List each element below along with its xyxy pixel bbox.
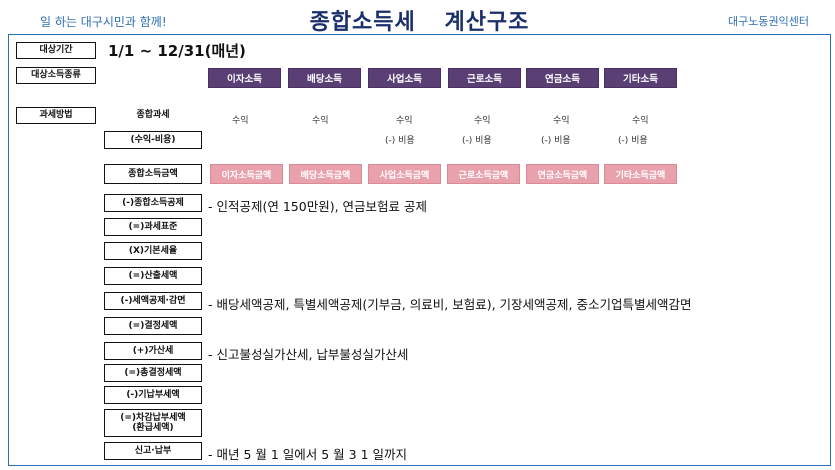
net-payable-line-2: (환급세액) xyxy=(132,423,174,433)
step-calculated-tax: (=)산출세액 xyxy=(104,267,202,285)
title-part-2: 계산구조 xyxy=(444,10,530,35)
net-payable-line-1: (=)차감납부세액 xyxy=(120,412,186,423)
period-value: 1/1 ~ 12/31(매년) xyxy=(108,42,246,60)
note-income-deduction: - 인적공제(연 150만원), 연금보험료 공제 xyxy=(208,199,427,214)
page-header: 일 하는 대구시민과 함께! 종합소득세 계산구조 대구노동권익센터 xyxy=(8,4,831,36)
revenue-1: 수익 xyxy=(232,116,249,126)
income-type-earned: 근로소득 xyxy=(448,68,521,88)
step-basic-rate: (X)기본세율 xyxy=(104,242,202,260)
income-type-pension: 연금소득 xyxy=(526,68,599,88)
step-determined-tax: (=)결정세액 xyxy=(104,317,202,335)
cost-3: (-) 비용 xyxy=(541,136,571,146)
step-tax-credit: (-)세액공제·감면 xyxy=(104,292,202,310)
revenue-2: 수익 xyxy=(312,116,329,126)
amount-dividend: 배당소득금액 xyxy=(289,164,362,184)
revenue-3: 수익 xyxy=(396,116,413,126)
revenue-5: 수익 xyxy=(553,116,570,126)
cost-1: (-) 비용 xyxy=(385,136,415,146)
cost-4: (-) 비용 xyxy=(618,136,648,146)
period-label: 대상기간 xyxy=(16,42,96,59)
amounts-label: 종합소득금액 xyxy=(104,164,202,184)
step-tax-base: (=)과세표준 xyxy=(104,218,202,236)
step-total-determined-tax: (=)총결정세액 xyxy=(104,364,202,382)
revenue-4: 수익 xyxy=(474,116,491,126)
page-title: 종합소득세 계산구조 xyxy=(8,4,831,36)
cost-2: (-) 비용 xyxy=(462,136,492,146)
note-penalty-tax: - 신고불성실가산세, 납부불성실가산세 xyxy=(208,347,409,362)
formula-box: (수익-비용) xyxy=(104,131,202,149)
step-penalty-tax: (+)가산세 xyxy=(104,342,202,360)
amount-pension: 연금소득금액 xyxy=(526,164,599,184)
amount-earned: 근로소득금액 xyxy=(447,164,520,184)
organization-name: 대구노동권익센터 xyxy=(728,15,809,28)
step-filing-payment: 신고·납부 xyxy=(104,442,202,460)
note-filing-payment: - 매년 5 월 1 일에서 5 월 3 1 일까지 xyxy=(208,447,408,462)
title-part-1: 종합소득세 xyxy=(309,10,416,35)
income-types-label: 대상소득종류 xyxy=(16,67,96,84)
amount-interest: 이자소득금액 xyxy=(210,164,283,184)
step-net-payable-tax: (=)차감납부세액 (환급세액) xyxy=(104,409,202,437)
income-type-dividend: 배당소득 xyxy=(288,68,361,88)
method-label: 과세방법 xyxy=(16,107,96,124)
income-type-other: 기타소득 xyxy=(604,68,677,88)
revenue-6: 수익 xyxy=(632,116,649,126)
step-income-deduction: (-)종합소득공제 xyxy=(104,194,202,212)
income-type-interest: 이자소득 xyxy=(208,68,281,88)
amount-other: 기타소득금액 xyxy=(604,164,677,184)
step-prepaid-tax: (-)기납부세액 xyxy=(104,386,202,404)
income-type-business: 사업소득 xyxy=(368,68,441,88)
note-tax-credit: - 배당세액공제, 특별세액공제(기부금, 의료비, 보험료), 기장세액공제,… xyxy=(208,297,692,312)
amount-business: 사업소득금액 xyxy=(368,164,441,184)
comprehensive-taxation: 종합과세 xyxy=(104,108,202,123)
